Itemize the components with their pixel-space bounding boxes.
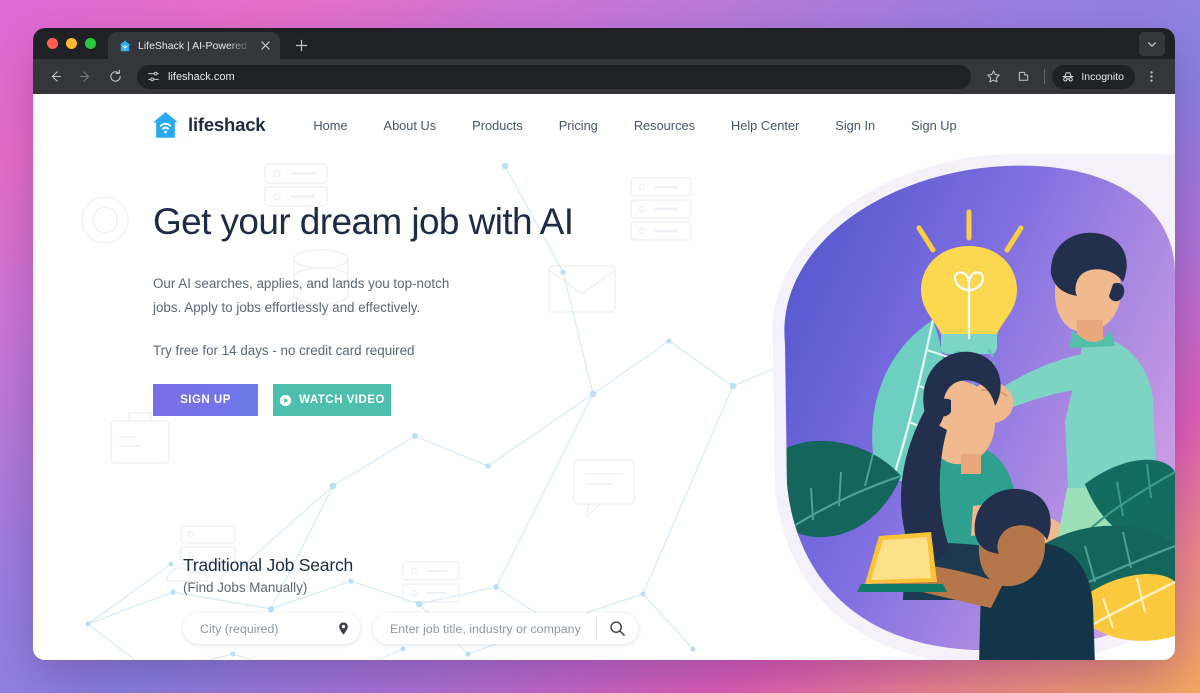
incognito-indicator[interactable]: Incognito: [1052, 64, 1135, 89]
hero-cta-row: SIGN UP WATCH VIDEO: [153, 384, 673, 417]
browser-toolbar: lifeshack.com Incognito: [33, 59, 1175, 94]
nav-item-home[interactable]: Home: [295, 118, 365, 133]
forward-arrow-icon[interactable]: [71, 63, 99, 91]
house-wifi-logo: [152, 110, 179, 140]
hero-subtitle: Our AI searches, applies, and lands you …: [153, 272, 673, 322]
lifeshack-house-favicon: [117, 38, 132, 53]
address-bar[interactable]: lifeshack.com: [137, 64, 972, 89]
hero-subtitle-line1: Our AI searches, applies, and lands you …: [153, 275, 450, 291]
hero-trial-note: Try free for 14 days - no credit card re…: [153, 343, 415, 359]
search-submit-button[interactable]: [597, 613, 638, 644]
brand-logo[interactable]: lifeshack: [152, 110, 266, 140]
incognito-hat-icon: [1061, 70, 1075, 84]
nav-item-products[interactable]: Products: [454, 118, 541, 133]
page-viewport: lifeshack Home About Us Products Pricing…: [33, 94, 1175, 660]
map-pin-icon[interactable]: [332, 618, 354, 640]
three-dot-menu-icon[interactable]: [1137, 63, 1165, 91]
hero-section: Get your dream job with AI Our AI search…: [153, 201, 673, 417]
nav-item-sign-up[interactable]: Sign Up: [893, 118, 975, 133]
incognito-label: Incognito: [1081, 70, 1124, 83]
watch-video-button[interactable]: WATCH VIDEO: [273, 384, 391, 417]
tune-sliders-icon[interactable]: [147, 70, 160, 83]
job-query-field[interactable]: [373, 613, 638, 644]
search-icon: [609, 620, 626, 637]
address-bar-url: lifeshack.com: [168, 70, 235, 83]
site-navigation: lifeshack Home About Us Products Pricing…: [33, 94, 1175, 156]
teamwork-lightbulb-illustration: [772, 154, 1175, 660]
hero-title: Get your dream job with AI: [153, 201, 574, 242]
brand-name: lifeshack: [188, 114, 266, 135]
nav-item-help-center[interactable]: Help Center: [713, 118, 817, 133]
browser-tab-title: LifeShack | AI-Powered Job S: [138, 39, 252, 52]
maximize-window-button[interactable]: [85, 38, 96, 49]
browser-tab-active[interactable]: LifeShack | AI-Powered Job S: [108, 32, 280, 59]
traditional-search-heading: Traditional Job Search: [183, 555, 354, 575]
browser-window: LifeShack | AI-Powered Job S: [33, 28, 1175, 660]
job-search-form: [183, 613, 638, 644]
city-field[interactable]: [183, 613, 360, 644]
toolbar-actions: Incognito: [979, 63, 1165, 91]
window-traffic-lights: [45, 28, 108, 59]
nav-item-sign-in[interactable]: Sign In: [817, 118, 893, 133]
new-tab-button[interactable]: [288, 32, 314, 58]
traditional-job-search-section: Traditional Job Search (Find Jobs Manual…: [183, 555, 638, 644]
chevron-down-icon[interactable]: [1139, 32, 1165, 56]
browser-tab-strip: LifeShack | AI-Powered Job S: [33, 28, 1175, 59]
sign-up-button[interactable]: SIGN UP: [153, 384, 258, 417]
minimize-window-button[interactable]: [66, 38, 77, 49]
reload-icon[interactable]: [101, 63, 129, 91]
city-input[interactable]: [200, 621, 332, 636]
nav-item-pricing[interactable]: Pricing: [541, 118, 616, 133]
extensions-icon[interactable]: [1009, 63, 1037, 91]
nav-item-about-us[interactable]: About Us: [366, 118, 455, 133]
back-arrow-icon[interactable]: [41, 63, 69, 91]
nav-links: Home About Us Products Pricing Resources…: [295, 118, 974, 133]
close-icon[interactable]: [258, 38, 273, 53]
play-circle-icon: [279, 394, 292, 407]
traditional-search-subheading: (Find Jobs Manually): [183, 580, 308, 595]
watch-video-label: WATCH VIDEO: [299, 394, 385, 407]
star-icon[interactable]: [979, 63, 1007, 91]
close-window-button[interactable]: [47, 38, 58, 49]
nav-item-resources[interactable]: Resources: [616, 118, 713, 133]
job-query-input[interactable]: [390, 621, 596, 636]
hero-subtitle-line2: jobs. Apply to jobs effortlessly and eff…: [153, 300, 421, 316]
toolbar-divider: [1044, 69, 1046, 84]
